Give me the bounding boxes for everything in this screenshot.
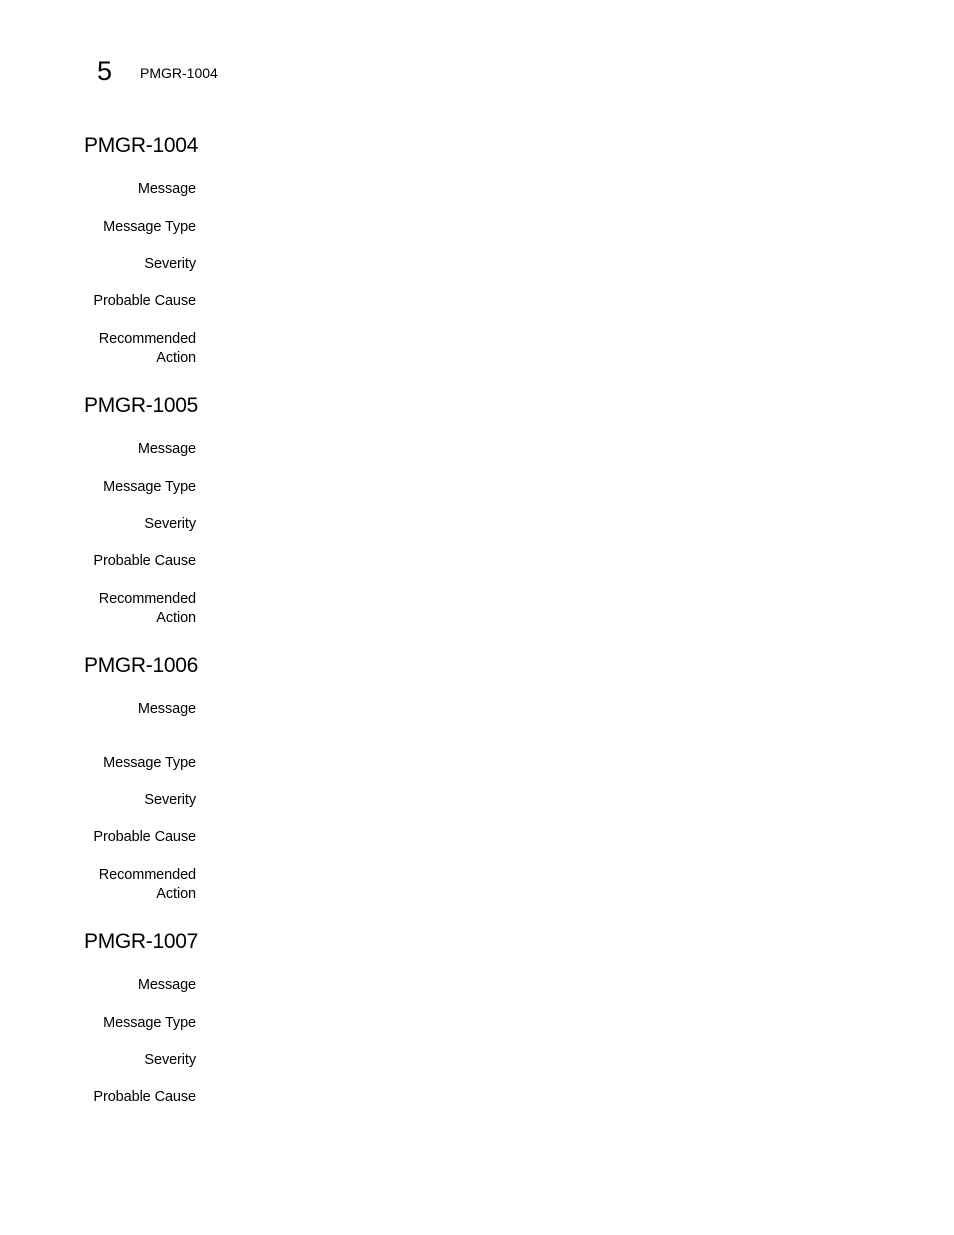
label-recommended-action: Recommended Action bbox=[84, 866, 196, 904]
label-recommended-action-line1: Recommended bbox=[98, 591, 196, 607]
label-message-type: Message Type bbox=[103, 219, 196, 235]
message-section-pmgr-1006: PMGR-1006 Message Message Type Severity … bbox=[84, 654, 884, 902]
section-title: PMGR-1007 bbox=[84, 930, 199, 953]
message-section-pmgr-1004: PMGR-1004 Message Message Type Severity … bbox=[84, 134, 884, 366]
section-title: PMGR-1004 bbox=[84, 134, 199, 157]
section-title: PMGR-1005 bbox=[84, 394, 199, 417]
label-recommended-action-line2: Action bbox=[156, 886, 196, 902]
section-title: PMGR-1006 bbox=[84, 654, 199, 677]
label-severity: Severity bbox=[144, 1052, 196, 1068]
message-section-pmgr-1007: PMGR-1007 Message Message Type Severity … bbox=[84, 930, 884, 1105]
label-severity: Severity bbox=[144, 792, 196, 808]
label-recommended-action-line2: Action bbox=[156, 350, 196, 366]
label-recommended-action: Recommended Action bbox=[84, 330, 196, 368]
label-message: Message bbox=[137, 701, 196, 717]
label-recommended-action-line1: Recommended bbox=[98, 331, 196, 347]
label-recommended-action-line2: Action bbox=[156, 610, 196, 626]
message-section-pmgr-1005: PMGR-1005 Message Message Type Severity … bbox=[84, 394, 884, 626]
label-recommended-action: Recommended Action bbox=[84, 590, 196, 628]
label-probable-cause: Probable Cause bbox=[93, 829, 196, 845]
running-title: PMGR-1004 bbox=[140, 65, 218, 81]
chapter-number: 5 bbox=[97, 56, 113, 86]
label-probable-cause: Probable Cause bbox=[93, 1089, 196, 1105]
label-recommended-action-line1: Recommended bbox=[98, 867, 196, 883]
label-message: Message bbox=[137, 181, 196, 197]
label-message: Message bbox=[137, 977, 196, 993]
label-severity: Severity bbox=[144, 516, 196, 532]
label-probable-cause: Probable Cause bbox=[93, 293, 196, 309]
label-severity: Severity bbox=[144, 256, 196, 272]
label-message-type: Message Type bbox=[103, 1015, 196, 1031]
label-probable-cause: Probable Cause bbox=[93, 553, 196, 569]
label-message-type: Message Type bbox=[103, 479, 196, 495]
label-message-type: Message Type bbox=[103, 755, 196, 771]
label-message: Message bbox=[137, 441, 196, 457]
